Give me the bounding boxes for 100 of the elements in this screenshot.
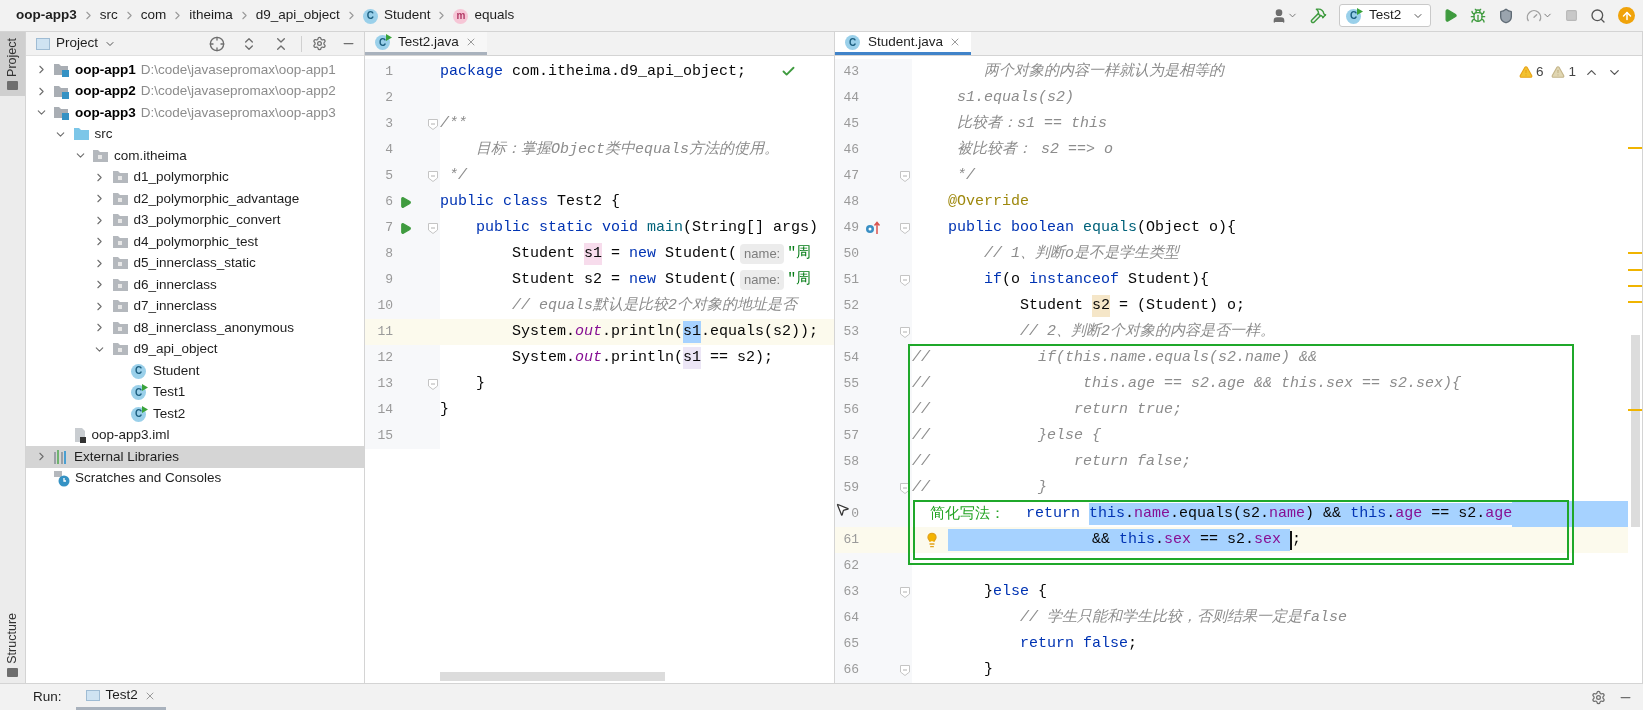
code-text: return this.name.equals(s2.name) && this.age == s2.age	[1026, 501, 1513, 527]
tree-item[interactable]: d7_innerclass	[26, 295, 364, 317]
tree-item[interactable]: src	[26, 123, 364, 145]
line-number: 13	[365, 371, 393, 397]
mouse-pointer-icon	[835, 502, 850, 517]
lightbulb-icon[interactable]	[924, 532, 940, 548]
tree-item[interactable]: d8_innerclass_anonymous	[26, 317, 364, 339]
search-icon[interactable]	[1590, 7, 1606, 24]
run-tab[interactable]: Test2	[75, 684, 166, 710]
run-panel-label: Run:	[33, 687, 62, 706]
tree-item[interactable]: com.itheima	[26, 145, 364, 167]
code-text: }	[440, 399, 449, 420]
weak-warning-count[interactable]: 1	[1551, 62, 1576, 83]
code-text: }else {	[983, 581, 1048, 602]
fold-marker-icon[interactable]	[900, 170, 910, 182]
line-number: 1	[365, 59, 393, 85]
code-text: /**	[440, 113, 467, 134]
tree-item[interactable]: d3_polymorphic_convert	[26, 209, 364, 231]
fold-marker-icon[interactable]	[428, 222, 438, 234]
warning-icon	[1518, 65, 1533, 80]
code-text: // 2、判断2个对象的内容是否一样。	[1019, 321, 1276, 342]
line-number: 43	[835, 59, 859, 85]
line-number: 49	[835, 215, 859, 241]
module-folder-icon	[53, 62, 70, 78]
run-icon[interactable]	[399, 195, 412, 209]
code-text: package com.itheima.d9_api_object;	[440, 61, 747, 82]
warning-count[interactable]: 6	[1518, 62, 1544, 83]
fold-marker-icon[interactable]	[900, 586, 910, 598]
code-text: // 1、判断o是不是学生类型	[983, 243, 1180, 264]
line-number: 51	[835, 267, 859, 293]
fold-marker-icon[interactable]	[900, 326, 910, 338]
breadcrumb-item[interactable]: C Student	[362, 5, 431, 26]
breadcrumb-item[interactable]: src	[99, 5, 118, 26]
tree-item[interactable]: External Libraries	[26, 446, 364, 468]
tree-item[interactable]: oop-app3.iml	[26, 424, 364, 446]
line-number: 14	[365, 397, 393, 423]
parameter-hint: name:	[740, 270, 785, 290]
line-number: 15	[365, 423, 393, 449]
line-number: 3	[365, 111, 393, 137]
vertical-scrollbar[interactable]	[1631, 335, 1640, 527]
update-icon[interactable]	[1618, 7, 1635, 24]
tree-item[interactable]: C Test1	[26, 381, 364, 403]
debug-icon[interactable]	[1470, 7, 1486, 24]
tree-item[interactable]: C Student	[26, 360, 364, 382]
class-icon: C	[845, 34, 862, 50]
line-number: 4	[365, 137, 393, 163]
tree-item[interactable]: d2_polymorphic_advantage	[26, 188, 364, 210]
side-tool-tab[interactable]: Structure	[0, 607, 25, 683]
override-icon[interactable]	[865, 221, 881, 235]
profiler-menu[interactable]	[1526, 7, 1553, 24]
line-number: 57	[835, 423, 859, 449]
gauge-icon	[1526, 7, 1542, 24]
package-folder-icon	[92, 148, 109, 163]
tree-item[interactable]: C Test2	[26, 403, 364, 425]
package-folder-icon	[111, 170, 129, 185]
breadcrumb-item[interactable]: d9_api_object	[255, 5, 340, 26]
build-icon[interactable]	[1310, 7, 1327, 24]
tree-item[interactable]: oop-app2 D:\code\javasepromax\oop-app2	[26, 80, 364, 102]
breadcrumb-item[interactable]: m equals	[453, 5, 515, 26]
tree-item[interactable]: d5_innerclass_static	[26, 252, 364, 274]
breadcrumb-item[interactable]: oop-app3	[16, 5, 77, 26]
tree-item[interactable]: Scratches and Consoles	[26, 467, 364, 489]
breadcrumb-item[interactable]: com	[140, 5, 167, 26]
runnable-class-icon: C	[131, 405, 148, 422]
settings-icon[interactable]	[1591, 689, 1606, 705]
tree-item[interactable]: oop-app1 D:\code\javasepromax\oop-app1	[26, 59, 364, 81]
settings-icon[interactable]	[312, 36, 327, 51]
warning-icon	[1551, 65, 1566, 80]
fold-marker-icon[interactable]	[900, 222, 910, 234]
class-icon: C	[362, 7, 380, 24]
tree-item[interactable]: d1_polymorphic	[26, 166, 364, 188]
tree-item[interactable]: d9_api_object	[26, 338, 364, 360]
fold-marker-icon[interactable]	[900, 274, 910, 286]
line-number: 53	[835, 319, 859, 345]
user-menu[interactable]	[1271, 7, 1298, 24]
line-number: 8	[365, 241, 393, 267]
code-text: // 学生只能和学生比较，否则结果一定是false	[1019, 607, 1348, 628]
side-tool-tab[interactable]: Project	[0, 32, 25, 96]
editor-tab[interactable]: C Test2.java	[365, 32, 487, 55]
tree-item[interactable]: oop-app3 D:\code\javasepromax\oop-app3	[26, 102, 364, 124]
breadcrumb-item[interactable]: itheima	[189, 5, 233, 26]
module-file-icon	[72, 427, 87, 444]
tree-item[interactable]: d6_innerclass	[26, 274, 364, 296]
coverage-icon[interactable]	[1498, 7, 1514, 24]
locate-icon[interactable]	[209, 35, 225, 52]
run-icon[interactable]	[399, 221, 412, 235]
fold-marker-icon[interactable]	[428, 378, 438, 390]
run-icon[interactable]	[1443, 8, 1458, 23]
fold-marker-icon[interactable]	[900, 664, 910, 676]
tree-item[interactable]: d4_polymorphic_test	[26, 231, 364, 253]
line-number: 46	[835, 137, 859, 163]
fold-marker-icon[interactable]	[428, 170, 438, 182]
fold-marker-icon[interactable]	[428, 118, 438, 130]
run-configuration-dropdown[interactable]: C Test2	[1339, 4, 1431, 27]
horizontal-scrollbar[interactable]	[440, 672, 665, 681]
annotation-label: 简化写法：	[930, 503, 1005, 522]
stop-icon[interactable]	[1565, 9, 1578, 22]
editor-tab[interactable]: C Student.java	[835, 32, 972, 55]
runnable-class-icon: C	[375, 34, 392, 50]
fold-marker-icon[interactable]	[900, 482, 910, 494]
